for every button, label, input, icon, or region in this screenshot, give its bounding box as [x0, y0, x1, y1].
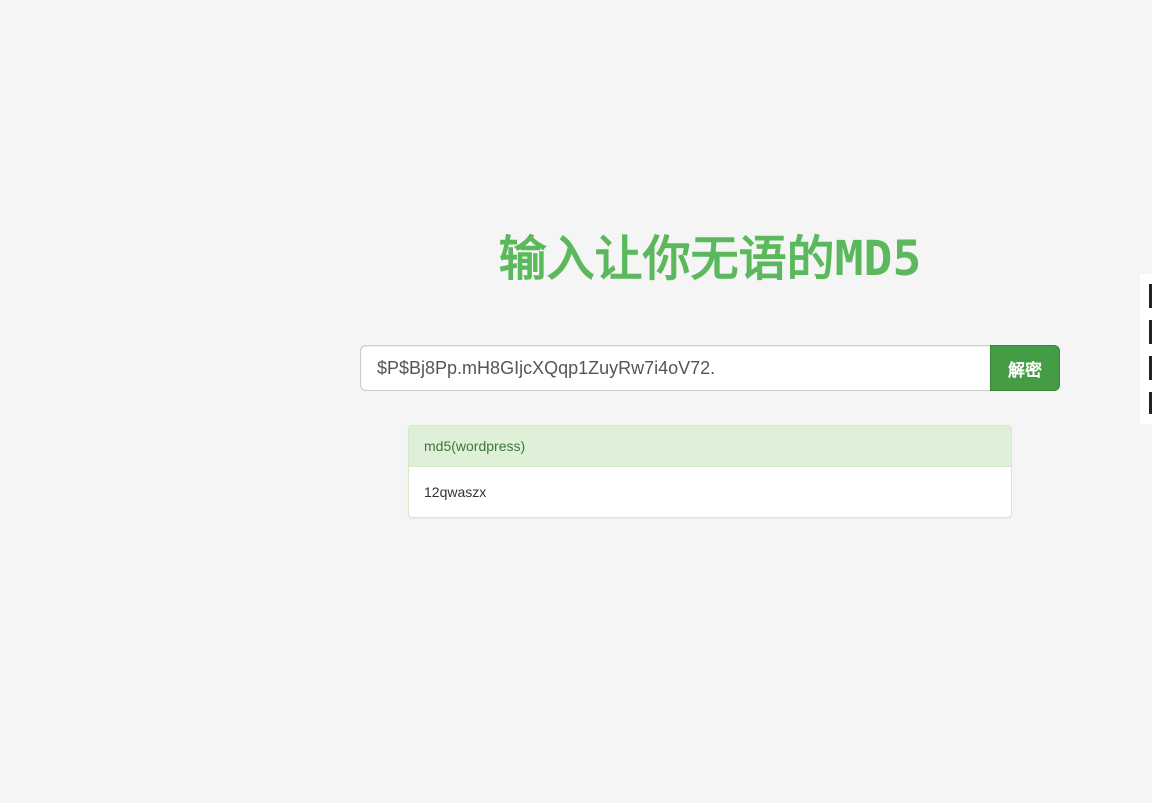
md5-hash-input[interactable] [360, 345, 990, 391]
result-type-label: md5(wordpress) [409, 426, 1011, 467]
search-form: 解密 [360, 345, 1060, 391]
result-panel: md5(wordpress) 12qwaszx [408, 425, 1012, 518]
side-floating-widget[interactable] [1140, 274, 1152, 424]
result-plaintext: 12qwaszx [424, 484, 487, 500]
decrypt-button[interactable]: 解密 [990, 345, 1060, 391]
page-title: 输入让你无语的MD5 [498, 231, 922, 287]
